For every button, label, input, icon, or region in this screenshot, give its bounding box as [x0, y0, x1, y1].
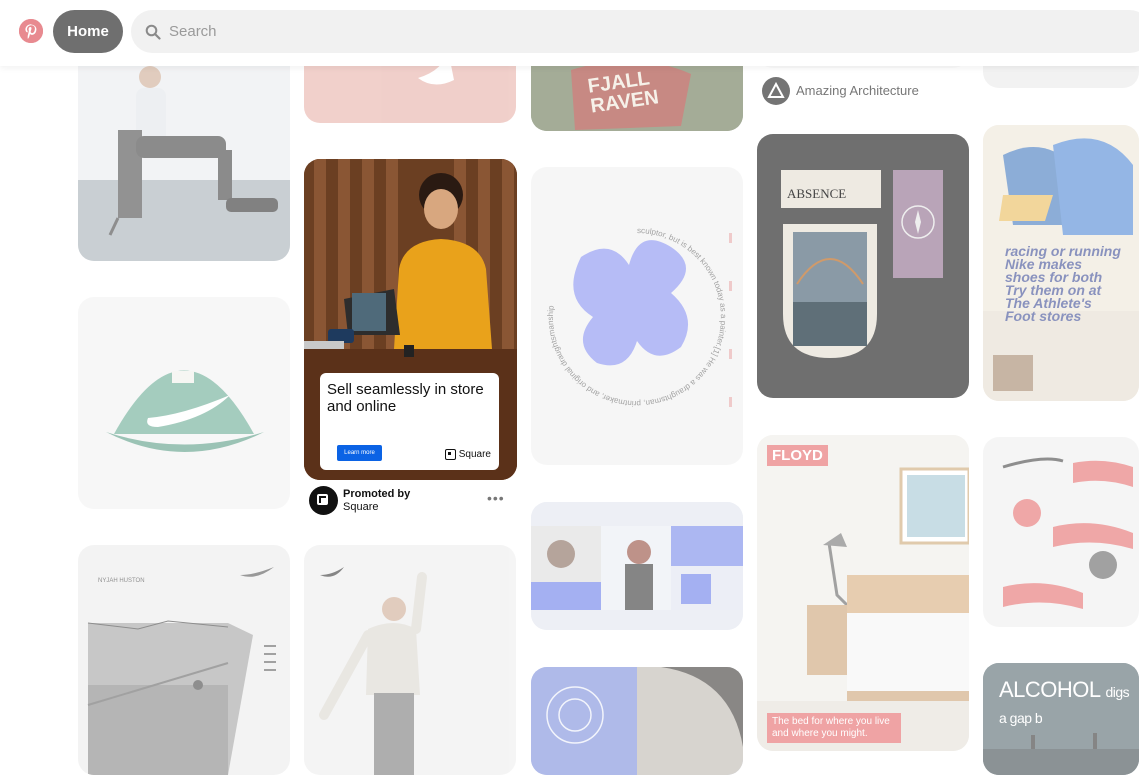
skater-poster-image — [87, 567, 276, 775]
fjallraven-text: FJALL RAVEN — [586, 67, 660, 117]
floyd-bed-image — [757, 435, 969, 751]
pinterest-logo-icon[interactable] — [19, 19, 43, 43]
illustration-chart-image — [1002, 457, 1133, 609]
green-cap-image — [106, 370, 264, 452]
pin-green-cap[interactable] — [78, 297, 290, 509]
square-logo-icon — [444, 449, 456, 460]
home-button[interactable]: Home — [53, 10, 123, 53]
portfolio-ui-image — [531, 502, 743, 630]
ad-headline: Sell seamlessly in store and online — [327, 381, 484, 415]
pin-illustration-chart[interactable] — [983, 437, 1139, 627]
pin-absence[interactable]: ABSENCE — [757, 134, 969, 398]
top-navigation-bar: Home — [0, 0, 1139, 66]
search-icon — [145, 24, 161, 40]
pin-square-ad[interactable]: Sell seamlessly in store and online Lear… — [304, 159, 517, 480]
learn-more-button[interactable]: Learn more — [337, 445, 382, 461]
absence-image — [781, 170, 943, 358]
alcohol-headline: ALCOHOL digs a gap b — [999, 677, 1139, 729]
square-brand: Square — [444, 449, 491, 460]
ad-card: Sell seamlessly in store and online Lear… — [320, 373, 499, 470]
pin-skater-poster[interactable]: NYJAH HUSTON — [78, 545, 290, 775]
square-brand-label: Square — [458, 449, 491, 460]
promoter-name[interactable]: Square — [343, 501, 378, 513]
pin-portfolio-ui[interactable] — [531, 502, 743, 630]
home-label: Home — [67, 23, 109, 40]
search-bar[interactable] — [131, 10, 1139, 53]
architecture-avatar[interactable] — [762, 77, 790, 105]
nike-ad-headline: racing or running Nike makes shoes for b… — [1005, 243, 1121, 324]
pin-nike-dancer[interactable] — [304, 545, 516, 775]
promoted-by-row: Promoted by Square ••• — [309, 485, 519, 515]
search-input[interactable] — [167, 22, 771, 41]
learn-more-label: Learn more — [344, 450, 375, 456]
absence-title: ABSENCE — [787, 186, 847, 201]
floyd-caption: The bed for where you live and where you… — [767, 713, 901, 743]
floyd-brand: FLOYD — [767, 445, 828, 466]
pin-nike-ad[interactable]: racing or running Nike makes shoes for b… — [983, 125, 1139, 401]
nike-dancer-image — [319, 567, 427, 775]
amazing-architecture-row: Amazing Architecture — [762, 77, 972, 105]
promoted-by-label: Promoted by — [343, 488, 411, 500]
flower-art-image: sculptor, but is best known today as a p… — [546, 226, 732, 408]
pin-flower-art[interactable]: sculptor, but is best known today as a p… — [531, 167, 743, 465]
pin-alcohol[interactable]: ALCOHOL digs a gap b — [983, 663, 1139, 775]
square-avatar[interactable] — [309, 486, 338, 515]
more-options-icon[interactable]: ••• — [487, 490, 505, 506]
board-name[interactable]: Amazing Architecture — [796, 83, 919, 98]
pin-floyd-bed[interactable]: FLOYD The bed for where you live and whe… — [757, 435, 969, 751]
alcohol-word: ALCOHOL — [999, 677, 1100, 702]
